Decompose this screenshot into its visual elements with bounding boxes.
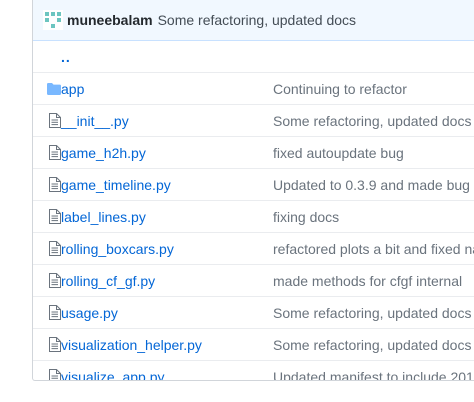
file-name-link[interactable]: game_timeline.py bbox=[61, 177, 171, 193]
commit-message-link[interactable]: Some refactoring, updated docs bbox=[158, 12, 356, 28]
commit-message-link[interactable]: fixing docs bbox=[273, 209, 339, 225]
commit-message-link[interactable]: refactored plots a bit and fixed na bbox=[273, 241, 474, 257]
commit-message-link[interactable]: Continuing to refactor bbox=[273, 81, 407, 97]
folder-icon bbox=[33, 82, 61, 95]
file-name-link[interactable]: rolling_boxcars.py bbox=[61, 241, 174, 257]
file-icon bbox=[33, 337, 61, 352]
file-row[interactable]: usage.py Some refactoring, updated docs bbox=[33, 296, 474, 328]
file-name-link[interactable]: visualize_app.py bbox=[61, 369, 165, 381]
file-name-link[interactable]: usage.py bbox=[61, 305, 118, 321]
file-row[interactable]: game_timeline.py Updated to 0.3.9 and mad… bbox=[33, 168, 474, 200]
avatar[interactable] bbox=[43, 10, 63, 30]
latest-commit-bar: muneebalam Some refactoring, updated doc… bbox=[33, 0, 474, 41]
file-icon bbox=[33, 209, 61, 224]
commit-message-link[interactable]: Some refactoring, updated docs bbox=[273, 337, 471, 353]
file-icon bbox=[33, 305, 61, 320]
file-icon bbox=[33, 273, 61, 288]
file-row[interactable]: label_lines.py fixing docs bbox=[33, 200, 474, 232]
file-icon bbox=[33, 145, 61, 160]
file-icon bbox=[33, 369, 61, 380]
file-icon bbox=[33, 241, 61, 256]
commit-message-link[interactable]: Some refactoring, updated docs bbox=[273, 305, 471, 321]
file-name-link[interactable]: rolling_cf_gf.py bbox=[61, 273, 155, 289]
file-row[interactable]: game_h2h.py fixed autoupdate bug bbox=[33, 136, 474, 168]
commit-message-link[interactable]: Updated manifest to include 2017 bbox=[273, 369, 474, 381]
file-icon bbox=[33, 177, 61, 192]
file-name-link[interactable]: label_lines.py bbox=[61, 209, 146, 225]
commit-message-link[interactable]: made methods for cfgf internal bbox=[273, 273, 462, 289]
file-row[interactable]: rolling_boxcars.py refactored plots a bit… bbox=[33, 232, 474, 264]
commit-author-link[interactable]: muneebalam bbox=[67, 12, 153, 28]
file-row[interactable]: visualize_app.py Updated manifest to incl… bbox=[33, 360, 474, 381]
commit-message-link[interactable]: fixed autoupdate bug bbox=[273, 145, 404, 161]
file-icon bbox=[33, 113, 61, 128]
parent-directory-link[interactable]: .. bbox=[61, 49, 71, 65]
file-row[interactable]: visualization_helper.py Some refactoring,… bbox=[33, 328, 474, 360]
file-row[interactable]: rolling_cf_gf.py made methods for cfgf in… bbox=[33, 264, 474, 296]
commit-message-link[interactable]: Updated to 0.3.9 and made bug f bbox=[273, 177, 474, 193]
file-name-link[interactable]: __init__.py bbox=[61, 113, 129, 129]
folder-row[interactable]: app Continuing to refactor bbox=[33, 72, 474, 104]
commit-message-link[interactable]: Some refactoring, updated docs bbox=[273, 113, 471, 129]
file-row[interactable]: __init__.py Some refactoring, updated doc… bbox=[33, 104, 474, 136]
file-name-link[interactable]: game_h2h.py bbox=[61, 145, 146, 161]
parent-directory-row[interactable]: .. bbox=[33, 41, 474, 72]
folder-name-link[interactable]: app bbox=[61, 81, 84, 97]
file-browser-panel: muneebalam Some refactoring, updated doc… bbox=[32, 0, 474, 381]
file-name-link[interactable]: visualization_helper.py bbox=[61, 337, 202, 353]
